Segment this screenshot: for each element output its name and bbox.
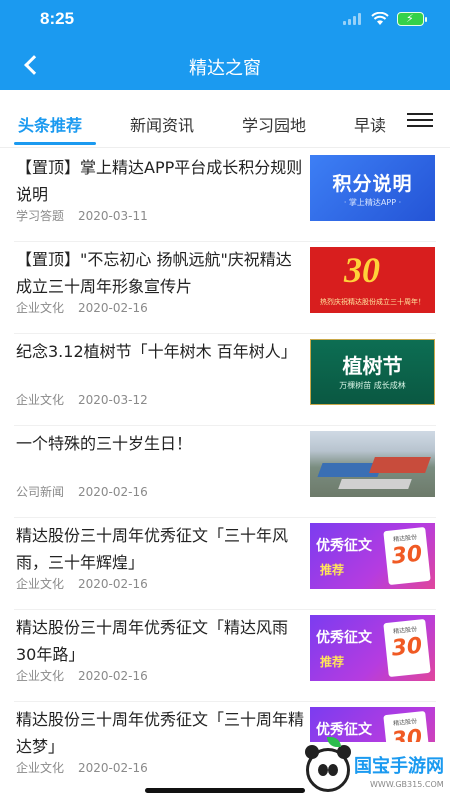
tab-news[interactable]: 新闻资讯 [130,112,194,136]
thumbnail-card: 精达股份 30 [383,526,431,586]
news-title: 精达股份三十周年优秀征文「精达风雨30年路」 [16,618,289,664]
news-item[interactable]: 【置顶】"不忘初心 扬帆远航"庆祝精达成立三十周年形象宣传片 企业文化 2020-… [0,242,450,334]
news-category: 企业文化 [16,669,65,683]
site-watermark: 国宝手游网 WWW.GB315.COM [300,737,450,800]
news-date: 2020-02-16 [78,669,148,683]
wifi-icon [371,11,389,25]
thumbnail-caption: 优秀征文 [316,630,372,646]
thumbnail-subcaption: 推荐 [320,563,345,577]
news-category: 企业文化 [16,577,65,591]
news-item[interactable]: 一个特殊的三十岁生日！ 公司新闻 2020-02-16 [0,426,450,518]
news-date: 2020-02-16 [78,301,148,315]
news-item[interactable]: 【置顶】掌上精达APP平台成长积分规则说明 学习答题 2020-03-11 积分说… [0,150,450,242]
signal-icon [343,13,363,25]
building-roof [338,479,412,489]
news-thumbnail [310,431,435,497]
tab-study[interactable]: 学习园地 [242,112,306,136]
news-meta: 企业文化 2020-02-16 [16,299,148,316]
news-thumbnail: 优秀征文 推荐 精达股份 30 [310,615,435,681]
news-title: 纪念3.12植树节「十年树木 百年树人」 [16,342,297,361]
news-thumbnail: 30 热烈庆祝精达股份成立三十周年！ [310,247,435,313]
thumbnail-caption: 植树节 [342,354,403,378]
thumbnail-caption: 积分说明 [332,173,413,195]
thumbnail-subcaption: · 掌上精达APP · [343,198,402,207]
news-date: 2020-03-12 [78,393,148,407]
news-meta: 企业文化 2020-03-12 [16,391,148,408]
tab-headlines[interactable]: 头条推荐 [18,112,82,136]
active-tab-indicator [14,142,96,145]
news-meta: 企业文化 2020-02-16 [16,575,148,592]
news-category: 企业文化 [16,393,65,407]
nav-bar: 精达之窗 [0,40,450,90]
news-meta: 学习答题 2020-03-11 [16,207,148,224]
thumbnail-caption: 优秀征文 [316,538,372,554]
news-title: 精达股份三十周年优秀征文「三十周年精达梦」 [16,710,305,756]
news-meta: 公司新闻 2020-02-16 [16,483,148,500]
watermark-text: 国宝手游网 [354,756,444,777]
thumbnail-card-number: 30 [390,633,424,662]
news-date: 2020-02-16 [78,485,148,499]
watermark-url: WWW.GB315.COM [370,780,444,789]
news-item[interactable]: 精达股份三十周年优秀征文「精达风雨30年路」 企业文化 2020-02-16 优秀… [0,610,450,702]
thumbnail-card-number: 30 [390,541,424,570]
thumbnail-subcaption: 万棵树苗 成长成林 [339,381,406,390]
news-title: 一个特殊的三十岁生日！ [16,434,193,453]
news-category: 企业文化 [16,301,65,315]
thumbnail-caption: 优秀征文 [316,722,372,738]
battery-icon: ⚡ [397,12,427,26]
news-list: 【置顶】掌上精达APP平台成长积分规则说明 学习答题 2020-03-11 积分说… [0,150,450,800]
news-date: 2020-02-16 [78,577,148,591]
page-title: 精达之窗 [189,58,261,79]
thumbnail-card: 精达股份 30 [383,618,431,678]
news-category: 公司新闻 [16,485,65,499]
hamburger-menu-icon[interactable] [398,104,440,140]
news-title: 【置顶】掌上精达APP平台成长积分规则说明 [16,158,303,204]
panda-logo-icon [305,737,351,792]
status-time: 8:25 [40,9,75,28]
status-bar: 8:25 ⚡ [0,0,450,40]
home-indicator[interactable] [145,788,305,793]
news-category: 企业文化 [16,761,65,775]
news-title: 【置顶】"不忘初心 扬帆远航"庆祝精达成立三十周年形象宣传片 [16,250,292,296]
news-item[interactable]: 纪念3.12植树节「十年树木 百年树人」 企业文化 2020-03-12 植树节 … [0,334,450,426]
news-meta: 企业文化 2020-02-16 [16,667,148,684]
news-date: 2020-02-16 [78,761,148,775]
news-thumbnail: 优秀征文 推荐 精达股份 30 [310,523,435,589]
news-meta: 企业文化 2020-02-16 [16,759,148,776]
tab-morning-read[interactable]: 早读 [354,112,386,136]
building-roof [369,457,431,473]
news-date: 2020-03-11 [78,209,148,223]
category-tabs: 头条推荐 新闻资讯 学习园地 早读 [0,96,450,148]
news-title: 精达股份三十周年优秀征文「三十年风雨，三十年辉煌」 [16,526,289,572]
news-thumbnail: 植树节 万棵树苗 成长成林 [310,339,435,405]
thumbnail-caption: 30 [344,250,380,290]
news-item[interactable]: 精达股份三十周年优秀征文「三十年风雨，三十年辉煌」 企业文化 2020-02-16… [0,518,450,610]
thumbnail-subcaption: 推荐 [320,655,345,669]
thumbnail-subcaption: 热烈庆祝精达股份成立三十周年！ [320,298,425,306]
news-thumbnail: 积分说明 · 掌上精达APP · [310,155,435,221]
news-category: 学习答题 [16,209,65,223]
